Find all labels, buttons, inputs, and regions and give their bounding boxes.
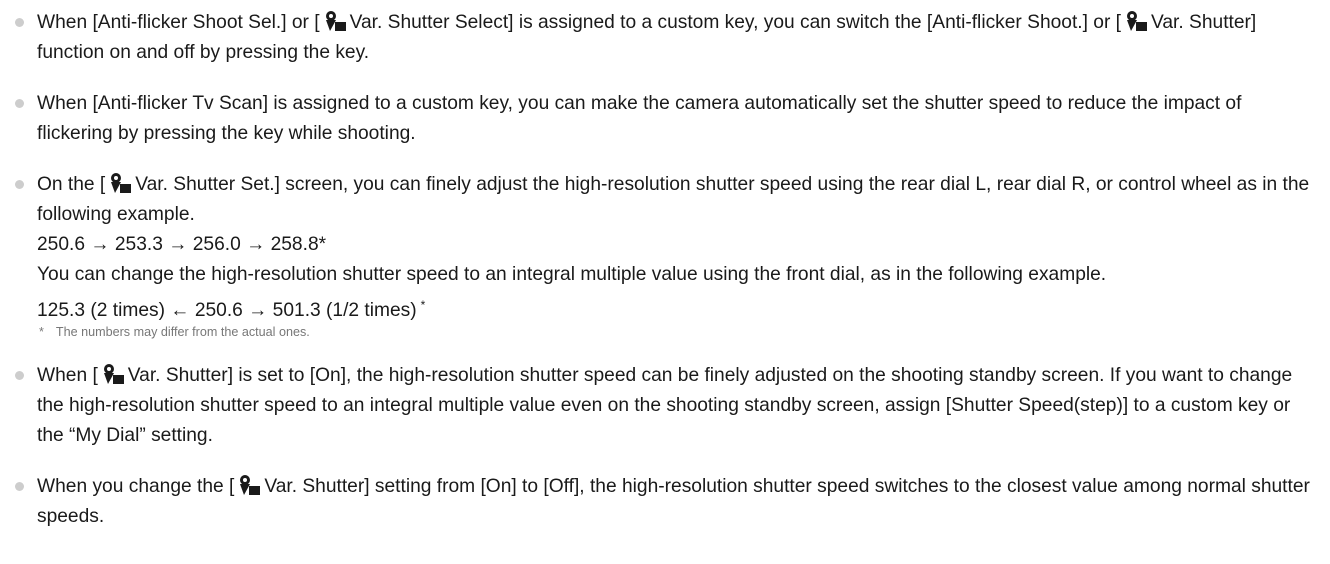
note-text: When [ bbox=[37, 365, 98, 386]
footnote-marker: * bbox=[39, 325, 44, 339]
footnote-text: The numbers may differ from the actual o… bbox=[55, 325, 310, 339]
movie-camera-icon bbox=[111, 173, 132, 193]
bullet-icon bbox=[15, 18, 24, 27]
note-text: Var. Shutter] is set to [On], the high-r… bbox=[37, 365, 1293, 446]
bullet-icon bbox=[15, 99, 24, 108]
notes-list: When [Anti-flicker Shoot Sel.] or [ Var. … bbox=[0, 0, 1330, 532]
example-sequence: 125.3 (2 times) ← 250.6 → 501.3 (1/2 tim… bbox=[37, 290, 1316, 326]
list-item: When [Anti-flicker Tv Scan] is assigned … bbox=[0, 89, 1330, 149]
bullet-icon bbox=[15, 180, 24, 189]
list-item: When [Var. Shutter] is set to [On], the … bbox=[0, 361, 1330, 451]
note-text: When [Anti-flicker Tv Scan] is assigned … bbox=[37, 93, 1242, 144]
footnote: * The numbers may differ from the actual … bbox=[37, 324, 1316, 340]
footnote-marker: * bbox=[420, 298, 426, 312]
note-text: When [Anti-flicker Shoot Sel.] or [ bbox=[37, 12, 320, 33]
movie-camera-icon bbox=[240, 475, 261, 495]
list-item: When you change the [Var. Shutter] setti… bbox=[0, 472, 1330, 532]
bullet-icon bbox=[15, 482, 24, 491]
example-text: 125.3 (2 times) ← 250.6 → 501.3 (1/2 tim… bbox=[37, 300, 417, 321]
note-text: You can change the high-resolution shutt… bbox=[37, 264, 1107, 285]
note-text: Var. Shutter Select] is assigned to a cu… bbox=[349, 12, 1122, 33]
movie-camera-icon bbox=[1127, 11, 1148, 31]
movie-camera-icon bbox=[103, 364, 124, 384]
list-item: On the [Var. Shutter Set.] screen, you c… bbox=[0, 170, 1330, 340]
list-item: When [Anti-flicker Shoot Sel.] or [ Var. … bbox=[0, 8, 1330, 68]
note-text: When you change the [ bbox=[37, 476, 235, 497]
note-text: On the [ bbox=[37, 174, 106, 195]
bullet-icon bbox=[15, 371, 24, 380]
example-sequence: 250.6 → 253.3 → 256.0 → 258.8* bbox=[37, 234, 327, 255]
note-text: Var. Shutter Set.] screen, you can finel… bbox=[37, 174, 1310, 225]
movie-camera-icon bbox=[325, 11, 346, 31]
